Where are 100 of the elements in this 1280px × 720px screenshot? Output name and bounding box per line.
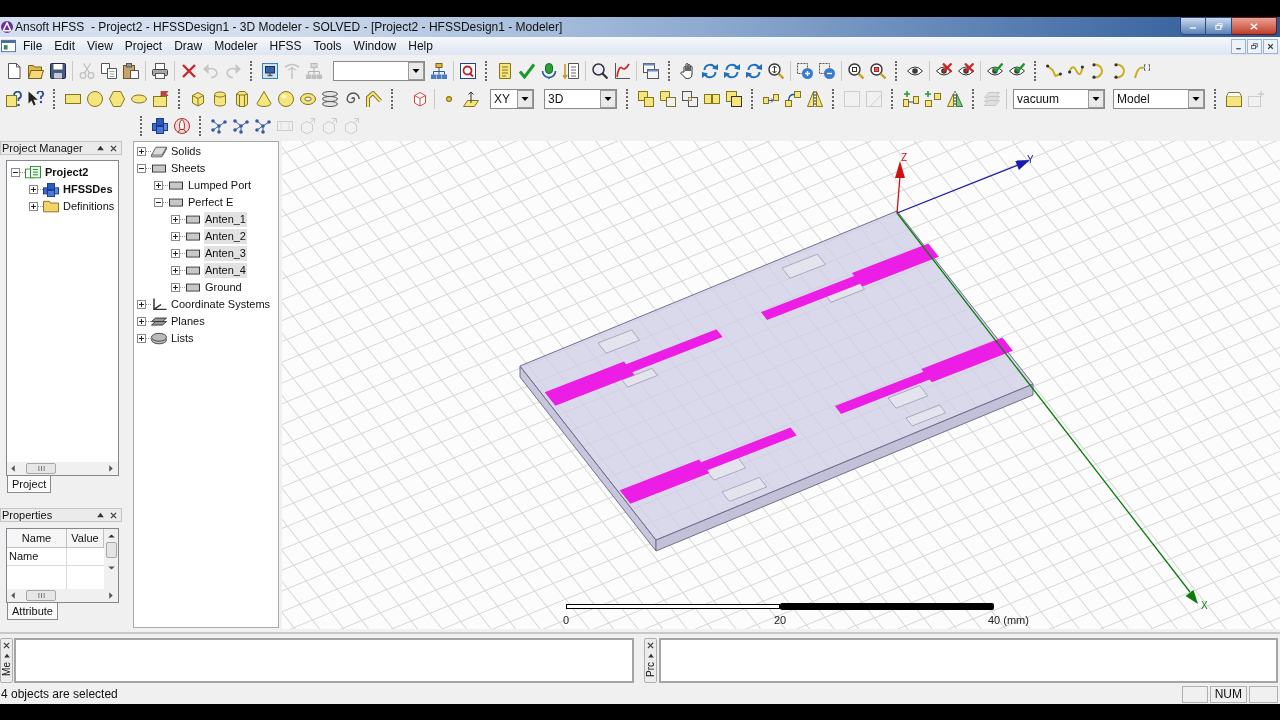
tab[interactable]: Project [7,476,52,493]
arrow-left-icon[interactable] [11,592,15,599]
tree-item[interactable]: Lumped Port [187,178,252,193]
material-dropdown[interactable]: vacuum [1013,89,1105,109]
tree-item[interactable]: Anten_1 [204,212,247,227]
model-type-dropdown[interactable]: Model [1113,89,1205,109]
zoom-icon[interactable] [768,63,784,79]
horizontal-scrollbar[interactable] [7,462,118,475]
torus-icon[interactable] [300,91,316,107]
intersect-squares-icon[interactable] [682,91,698,107]
rectangle-icon[interactable] [65,91,81,107]
nodes-icon[interactable] [233,118,249,134]
antenna-board[interactable] [519,210,1034,552]
page-icon[interactable] [6,63,22,79]
caret-down-icon[interactable] [408,62,424,80]
plane-icon[interactable] [463,91,479,107]
menu-item[interactable]: File [17,38,49,54]
scrollbar-thumb[interactable] [105,542,117,558]
tree-item[interactable]: Coordinate Systems [170,297,272,312]
hexagon-icon[interactable] [109,91,125,107]
menu-item[interactable]: Window [347,38,403,54]
plus-box-icon[interactable] [154,181,163,190]
printer-icon[interactable] [152,63,168,79]
zoom-out-icon[interactable] [819,63,835,79]
menu-item[interactable]: Help [402,38,439,54]
rotate-icon[interactable] [724,63,740,79]
plus-box-icon[interactable] [29,202,38,211]
rotate-icon[interactable] [746,63,762,79]
scrollbar-thumb[interactable] [26,463,56,474]
copy-icon[interactable] [101,63,117,79]
magnifier-tile-icon[interactable] [460,63,476,79]
arrow-left-icon[interactable] [11,465,15,472]
mirror-icon[interactable] [807,91,823,107]
folder-icon[interactable] [28,63,44,79]
column-header[interactable]: Name [7,529,67,547]
horizontal-scrollbar[interactable] [7,589,118,602]
open-box-icon[interactable] [1226,91,1242,107]
plus-box-icon[interactable] [171,215,180,224]
line-chart-icon[interactable] [614,63,630,79]
hand-icon[interactable] [680,63,696,79]
cursor-question-icon[interactable] [28,91,44,107]
curve-icon[interactable] [1134,63,1150,79]
nodes-icon[interactable] [211,118,227,134]
triangle-up-icon[interactable] [97,145,104,151]
triangle-up-icon[interactable] [97,512,104,518]
blocks-icon[interactable] [152,118,168,134]
cube-icon[interactable] [190,91,206,107]
plus-box-icon[interactable] [137,317,146,326]
pane-title[interactable]: Prc [645,662,656,677]
eye-cross-icon[interactable] [958,63,974,79]
document-icon[interactable] [497,63,513,79]
rotate-squares-icon[interactable] [785,91,801,107]
plus-squares-icon[interactable] [903,91,919,107]
zoom-in-icon[interactable] [797,63,813,79]
prism-icon[interactable] [234,91,250,107]
cube-outline-icon[interactable] [412,91,428,107]
arrow-up-icon[interactable] [107,534,115,538]
checkmark-icon[interactable] [519,63,535,79]
microphone-icon[interactable] [541,63,557,79]
arrow-right-icon[interactable] [109,465,113,472]
magnifier-icon[interactable] [592,63,608,79]
rotate-icon[interactable] [702,63,718,79]
triangles-icon[interactable] [947,91,963,107]
subtract-squares-icon[interactable] [660,91,676,107]
rocket-icon[interactable] [174,118,190,134]
tree-item[interactable]: Lists [170,331,195,346]
arrow-down-icon[interactable] [107,566,115,570]
minus-box-icon[interactable] [137,164,146,173]
tree-item[interactable]: HFSSDes [62,182,114,197]
cross-icon[interactable] [181,63,197,79]
close-icon[interactable] [110,144,117,152]
tree-item[interactable]: Anten_2 [204,229,247,244]
minus-box-icon[interactable] [154,198,163,207]
box-flag-icon[interactable] [153,91,169,107]
tree-item[interactable]: Ground [204,280,243,295]
plane-dropdown[interactable]: XY [490,89,534,109]
overlapping-squares-icon[interactable] [726,91,742,107]
menu-item[interactable]: Modeler [208,38,264,54]
monitor-icon[interactable] [262,63,278,79]
cylinder-icon[interactable] [212,91,228,107]
coil-icon[interactable] [322,91,338,107]
eye-check-icon[interactable] [1009,63,1025,79]
menu-item[interactable]: View [81,38,119,54]
tree-item[interactable]: Planes [170,314,206,329]
zoom-selected-icon[interactable] [870,63,886,79]
triangle-up-icon[interactable] [3,653,10,658]
caret-down-icon[interactable] [600,90,616,108]
cone-icon[interactable] [256,91,272,107]
hierarchy-icon[interactable] [431,63,447,79]
combo-box-field[interactable] [333,61,425,81]
plus-box-icon[interactable] [171,283,180,292]
plus-box-icon[interactable] [137,300,146,309]
bent-wire-icon[interactable] [366,91,382,107]
eye-check-icon[interactable] [987,63,1003,79]
maximize-button[interactable] [1206,17,1232,35]
ellipse-icon[interactable] [131,91,147,107]
view-dropdown[interactable]: 3D [544,89,617,109]
minimize-button[interactable] [1180,17,1206,35]
tree-item[interactable]: Anten_4 [204,263,247,278]
tree-item[interactable]: Solids [170,144,202,159]
